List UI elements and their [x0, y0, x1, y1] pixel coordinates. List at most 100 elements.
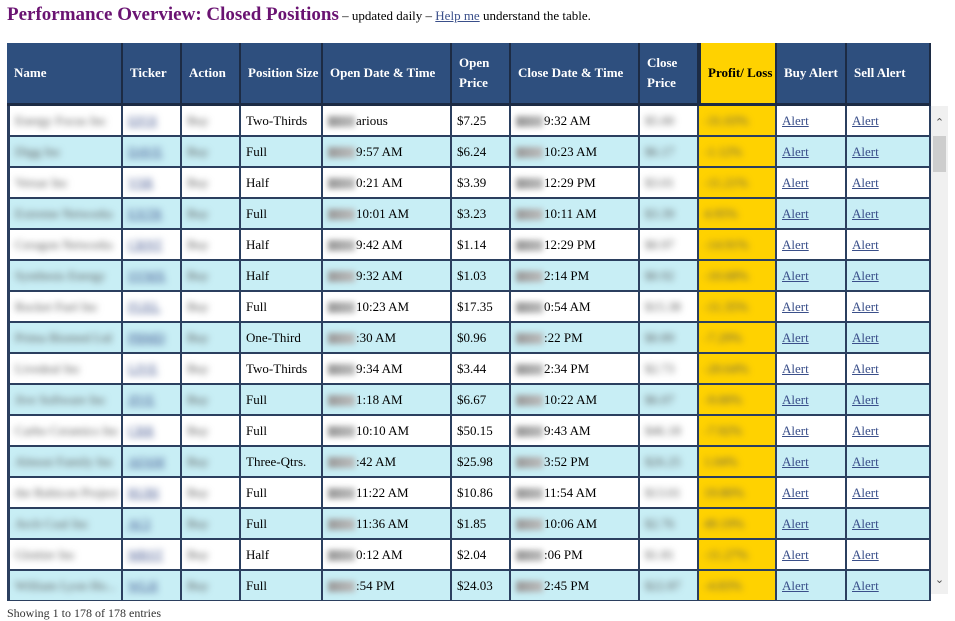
col-header-close-date-time[interactable]: Close Date & Time: [511, 43, 640, 106]
sell-alert-cell: Alert: [847, 447, 931, 478]
scroll-thumb[interactable]: [933, 136, 946, 172]
buy-alert-link[interactable]: Alert: [782, 237, 809, 252]
cell-position-size-cell: Full: [241, 571, 323, 601]
buy-alert-link[interactable]: Alert: [782, 330, 809, 345]
cell-ticker[interactable]: PBMD: [128, 330, 165, 345]
cell-close-price: $0.92: [645, 267, 675, 283]
buy-alert-link[interactable]: Alert: [782, 516, 809, 531]
table-row: Digg Inc DAVE Buy Full 9:57 AM $6.24 10:23 AM $…: [7, 137, 931, 168]
cell-ticker[interactable]: CRR: [128, 423, 154, 438]
cell-action-cell: Buy: [182, 416, 241, 447]
buy-alert-link[interactable]: Alert: [782, 361, 809, 376]
cell-open-date-time: 11:22 AM: [356, 484, 409, 500]
cell-ticker[interactable]: LIVE: [128, 361, 158, 376]
col-header-close-price[interactable]: Close Price: [640, 43, 699, 106]
sell-alert-link[interactable]: Alert: [852, 237, 879, 252]
buy-alert-link[interactable]: Alert: [782, 268, 809, 283]
cell-ticker[interactable]: FUEL: [128, 299, 161, 314]
redacted-date: [328, 302, 355, 314]
cell-action-cell: Buy: [182, 509, 241, 540]
cell-close-date-time-cell: 3:52 PM: [511, 447, 640, 478]
sell-alert-link[interactable]: Alert: [852, 268, 879, 283]
cell-ticker[interactable]: RUBI: [128, 485, 159, 500]
buy-alert-link[interactable]: Alert: [782, 454, 809, 469]
cell-close-price-cell: $0.89: [640, 323, 699, 354]
vertical-scrollbar[interactable]: ⌃ ⌄: [931, 106, 948, 594]
cell-open-date-time: 10:10 AM: [356, 422, 410, 438]
sell-alert-link[interactable]: Alert: [852, 392, 879, 407]
cell-open-date-time-cell: 9:32 AM: [323, 261, 452, 292]
buy-alert-cell: Alert: [777, 137, 847, 168]
buy-alert-link[interactable]: Alert: [782, 144, 809, 159]
help-link[interactable]: Help me: [435, 8, 479, 23]
sell-alert-link[interactable]: Alert: [852, 206, 879, 221]
cell-ticker[interactable]: JIVE: [128, 392, 155, 407]
redacted-date: [516, 302, 543, 314]
col-header-sell-alert[interactable]: Sell Alert: [847, 43, 931, 106]
sell-alert-link[interactable]: Alert: [852, 330, 879, 345]
scroll-down-icon[interactable]: ⌄: [931, 571, 948, 588]
cell-ticker[interactable]: EFOI: [128, 113, 157, 128]
col-header-open-date-time[interactable]: Open Date & Time: [323, 43, 452, 106]
cell-open-price: $6.67: [457, 391, 487, 407]
scroll-up-icon[interactable]: ⌃: [931, 114, 948, 131]
cell-open-date-time-cell: 10:01 AM: [323, 199, 452, 230]
cell-ticker[interactable]: EXTR: [128, 206, 162, 221]
col-header-name[interactable]: Name: [7, 43, 123, 106]
cell-ticker[interactable]: AFAM: [128, 454, 165, 469]
cell-open-price-cell: $2.04: [452, 540, 511, 571]
cell-ticker[interactable]: ACI: [128, 516, 150, 531]
cell-position-size: Full: [246, 143, 267, 159]
cell-ticker[interactable]: CRNT: [128, 237, 163, 252]
cell-close-date-time-cell: 10:11 AM: [511, 199, 640, 230]
cell-action: Buy: [187, 174, 209, 190]
buy-alert-link[interactable]: Alert: [782, 578, 809, 593]
col-header-position-size[interactable]: Position Size: [241, 43, 323, 106]
buy-alert-link[interactable]: Alert: [782, 175, 809, 190]
sell-alert-link[interactable]: Alert: [852, 144, 879, 159]
cell-position-size-cell: Two-Thirds: [241, 106, 323, 137]
col-header-open-price[interactable]: Open Price: [452, 43, 511, 106]
subtitle-pre: – updated daily –: [338, 8, 436, 23]
cell-position-size-cell: Full: [241, 292, 323, 323]
redacted-date: [516, 519, 543, 531]
cell-action: Buy: [187, 360, 209, 376]
buy-alert-link[interactable]: Alert: [782, 485, 809, 500]
col-header-profit-loss[interactable]: Profit/ Loss: [699, 43, 777, 106]
buy-alert-link[interactable]: Alert: [782, 206, 809, 221]
sell-alert-link[interactable]: Alert: [852, 299, 879, 314]
buy-alert-link[interactable]: Alert: [782, 113, 809, 128]
cell-position-size: Full: [246, 205, 267, 221]
buy-alert-link[interactable]: Alert: [782, 547, 809, 562]
buy-alert-link[interactable]: Alert: [782, 299, 809, 314]
sell-alert-link[interactable]: Alert: [852, 361, 879, 376]
cell-ticker-cell: AFAM: [123, 447, 182, 478]
cell-open-date-time-cell: 9:57 AM: [323, 137, 452, 168]
sell-alert-link[interactable]: Alert: [852, 547, 879, 562]
cell-ticker[interactable]: SYMX: [128, 268, 166, 283]
buy-alert-link[interactable]: Alert: [782, 392, 809, 407]
col-header-action[interactable]: Action: [182, 43, 241, 106]
cell-action: Buy: [187, 205, 209, 221]
sell-alert-link[interactable]: Alert: [852, 423, 879, 438]
sell-alert-link[interactable]: Alert: [852, 113, 879, 128]
buy-alert-cell: Alert: [777, 571, 847, 601]
cell-open-price: $3.23: [457, 205, 487, 221]
cell-ticker[interactable]: WLH: [128, 578, 158, 593]
table-row: Versar Inc VSR Buy Half 0:21 AM $3.39 12:29 PM…: [7, 168, 931, 199]
cell-name: Carbo Ceramics Inc: [15, 422, 119, 438]
sell-alert-link[interactable]: Alert: [852, 175, 879, 190]
buy-alert-link[interactable]: Alert: [782, 423, 809, 438]
redacted-date: [328, 519, 355, 531]
cell-ticker[interactable]: MRST: [128, 547, 163, 562]
col-header-ticker[interactable]: Ticker: [123, 43, 182, 106]
sell-alert-link[interactable]: Alert: [852, 454, 879, 469]
cell-close-date-time-cell: 11:54 AM: [511, 478, 640, 509]
cell-open-date-time: 1:18 AM: [356, 391, 403, 407]
sell-alert-link[interactable]: Alert: [852, 516, 879, 531]
cell-ticker[interactable]: VSR: [128, 175, 153, 190]
col-header-buy-alert[interactable]: Buy Alert: [777, 43, 847, 106]
cell-ticker[interactable]: DAVE: [128, 144, 162, 159]
sell-alert-link[interactable]: Alert: [852, 485, 879, 500]
sell-alert-link[interactable]: Alert: [852, 578, 879, 593]
